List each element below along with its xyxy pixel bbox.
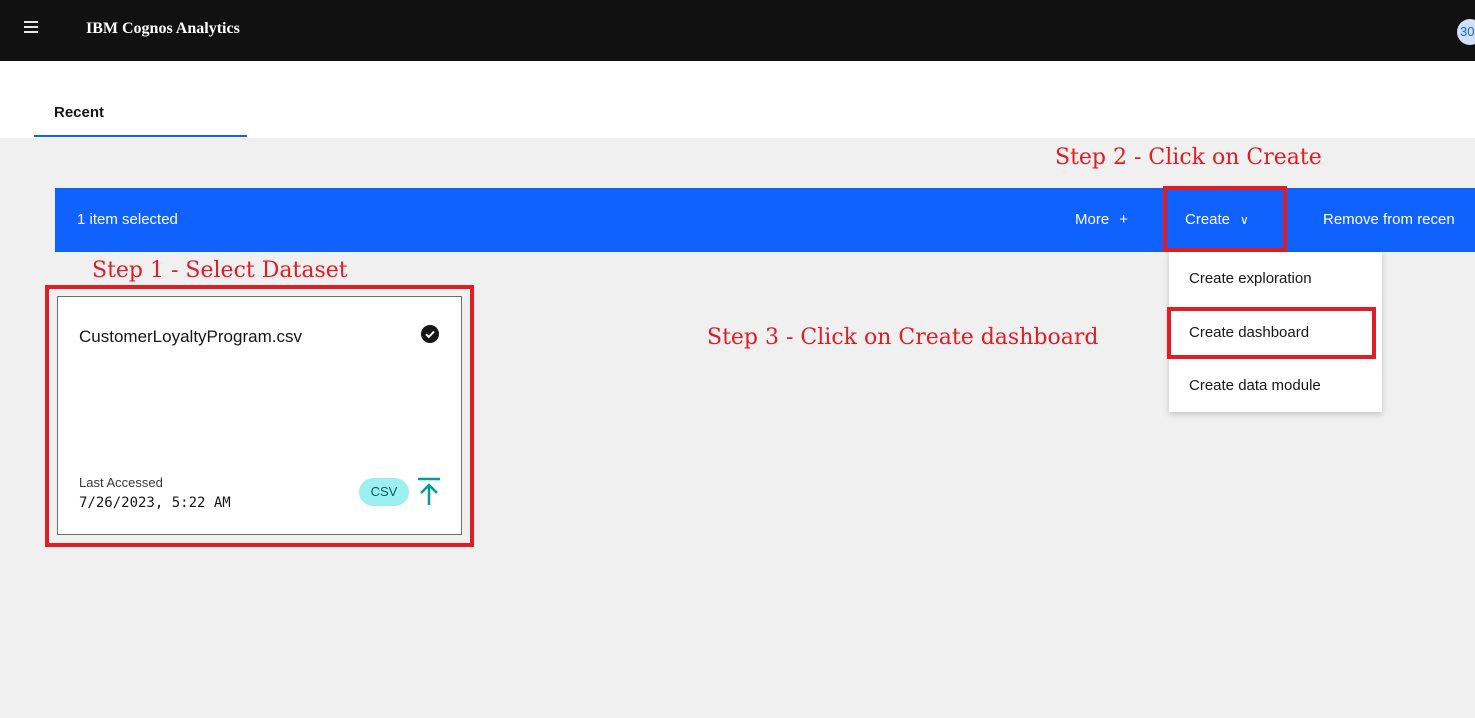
annotation-step-2: Step 2 - Click on Create <box>1055 145 1322 170</box>
avatar[interactable]: 30 <box>1457 19 1475 45</box>
upload-icon <box>416 477 442 507</box>
annotation-step-3: Step 3 - Click on Create dashboard <box>707 325 1099 350</box>
last-accessed-value: 7/26/2023, 5:22 AM <box>79 495 231 511</box>
hamburger-menu-icon[interactable] <box>24 21 38 35</box>
remove-from-recent-button[interactable]: Remove from recen <box>1323 211 1455 228</box>
highlight-create-button <box>1163 186 1287 252</box>
last-accessed-label: Last Accessed <box>79 475 163 490</box>
highlight-create-dashboard <box>1167 307 1376 359</box>
dataset-card[interactable]: CustomerLoyaltyProgram.csv Last Accessed… <box>57 296 462 535</box>
menu-item-create-exploration[interactable]: Create exploration <box>1189 270 1312 287</box>
csv-badge: CSV <box>359 478 409 506</box>
menu-item-create-data-module[interactable]: Create data module <box>1189 377 1321 394</box>
more-button[interactable]: More + <box>1075 211 1128 228</box>
selection-count: 1 item selected <box>77 211 178 228</box>
annotation-step-1: Step 1 - Select Dataset <box>92 258 348 283</box>
more-label: More <box>1075 211 1110 228</box>
check-icon[interactable] <box>421 325 439 343</box>
app-title: IBM Cognos Analytics <box>86 20 240 37</box>
card-title: CustomerLoyaltyProgram.csv <box>79 327 302 346</box>
tab-recent[interactable]: Recent <box>34 91 247 137</box>
tab-strip: Recent <box>0 61 1475 138</box>
tab-recent-label: Recent <box>54 104 105 121</box>
plus-icon: + <box>1119 211 1128 228</box>
top-bar: IBM Cognos Analytics 30 <box>0 0 1475 61</box>
